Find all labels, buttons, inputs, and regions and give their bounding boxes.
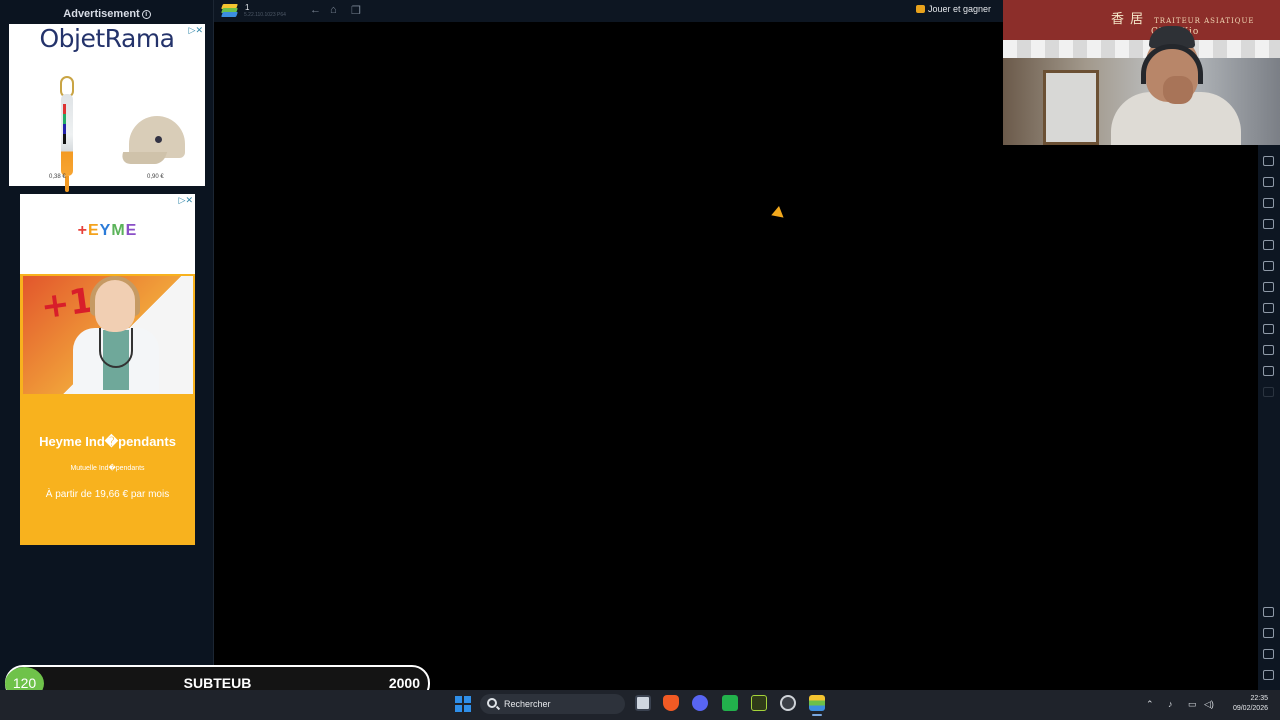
eraser-icon[interactable] xyxy=(1263,303,1274,313)
keyboard-icon[interactable] xyxy=(1263,177,1274,187)
recent-apps-icon[interactable] xyxy=(1263,670,1274,680)
camera-icon[interactable] xyxy=(1263,198,1274,208)
awning xyxy=(1003,40,1280,58)
clock-date: 09/02/2026 xyxy=(1232,705,1268,712)
sync-icon[interactable] xyxy=(1263,366,1274,376)
gamepad-icon[interactable] xyxy=(1263,156,1274,166)
doctor-image: +1 xyxy=(23,276,193,394)
sub-goal-target: 2000 xyxy=(388,675,420,691)
terminal-app-icon[interactable] xyxy=(751,695,767,711)
info-icon[interactable]: i xyxy=(141,10,151,19)
ad-promo-text: À partir de 19,66 € par mois xyxy=(45,489,170,500)
ad-subtitle: Mutuelle Ind�pendants xyxy=(70,465,145,472)
sub-goal-label: SUBTEUB xyxy=(183,675,252,691)
product-price: 0,38 € xyxy=(49,174,66,180)
bluestacks-taskbar-icon[interactable] xyxy=(809,695,825,716)
more-icon[interactable] xyxy=(1263,387,1274,397)
obs-icon[interactable] xyxy=(780,695,796,711)
play-and-win-label: Jouer et gagner xyxy=(928,4,992,14)
ad-close-icon[interactable]: ▷✕ xyxy=(189,25,203,36)
taskbar-search-box[interactable] xyxy=(480,694,625,714)
screenshot-icon[interactable] xyxy=(1263,219,1274,229)
recent-apps-icon[interactable]: ❐ xyxy=(351,4,361,17)
back-arrow-icon[interactable]: ← xyxy=(310,4,321,16)
heyme-logo-area: ▷✕ +EYME xyxy=(20,194,195,274)
network-icon[interactable]: ▭ xyxy=(1188,699,1197,710)
search-icon xyxy=(487,698,497,708)
microphone-icon[interactable]: ♪ xyxy=(1168,699,1173,709)
ad-close-icon[interactable]: ▷✕ xyxy=(179,195,193,206)
bluestacks-logo-icon xyxy=(221,4,238,17)
plus-one-badge: +1 xyxy=(38,280,96,328)
instance-number: 1 xyxy=(245,3,250,12)
objetrama-ad[interactable]: ObjetRama ▷✕ 0,38 € 0,90 € xyxy=(9,24,205,192)
task-view-icon[interactable] xyxy=(635,695,651,711)
airplane-icon[interactable] xyxy=(1263,261,1274,271)
green-app-icon[interactable] xyxy=(722,695,738,711)
location-icon[interactable] xyxy=(1263,324,1274,334)
version-label: 5.22.110.1023 P64 xyxy=(244,12,286,18)
layers-icon[interactable] xyxy=(1263,345,1274,355)
chevron-up-icon[interactable]: ⌃ xyxy=(1146,699,1154,710)
taskbar-clock[interactable]: 22:35 09/02/2026 xyxy=(1222,694,1268,714)
back-icon[interactable] xyxy=(1263,628,1274,638)
ad-title: Heyme Ind�pendants xyxy=(39,434,176,449)
settings-gear-icon[interactable] xyxy=(1263,607,1274,617)
ad-header-label: Advertisement xyxy=(63,8,140,20)
emulator-side-toolbar xyxy=(1258,145,1280,690)
product-price: 0,90 € xyxy=(147,174,164,180)
windows-start-icon[interactable] xyxy=(455,696,471,712)
apk-install-icon[interactable] xyxy=(1263,282,1274,292)
stethoscope-icon xyxy=(99,328,133,368)
brave-browser-icon[interactable] xyxy=(663,695,679,711)
discord-icon[interactable] xyxy=(692,695,708,711)
home-icon[interactable]: ⌂ xyxy=(330,4,337,16)
cap-product-image xyxy=(118,116,191,168)
ad-brand: ObjetRama xyxy=(39,24,176,53)
media-folder-icon[interactable] xyxy=(1263,240,1274,250)
taskbar-search-placeholder: Rechercher xyxy=(504,699,551,709)
home-icon[interactable] xyxy=(1263,649,1274,659)
heyme-logo: +EYME xyxy=(77,222,138,239)
ad-sidebar: Advertisement i ObjetRama ▷✕ 0,38 € 0,90 … xyxy=(0,0,214,690)
webcam-overlay: 香 居TRAITEUR ASIATIQUE Chez Xio xyxy=(1003,0,1280,145)
heyme-ad[interactable]: ▷✕ +EYME +1 Heyme Ind�pendants Mutuelle … xyxy=(20,194,195,545)
shop-door xyxy=(1043,70,1099,145)
clock-time: 22:35 xyxy=(1250,695,1268,702)
streamer-hand xyxy=(1163,76,1193,104)
volume-icon[interactable]: ◁) xyxy=(1204,699,1214,710)
ad-header: Advertisement i xyxy=(0,8,214,20)
play-and-win-button[interactable]: Jouer et gagner xyxy=(916,4,991,14)
gift-icon xyxy=(916,5,925,13)
